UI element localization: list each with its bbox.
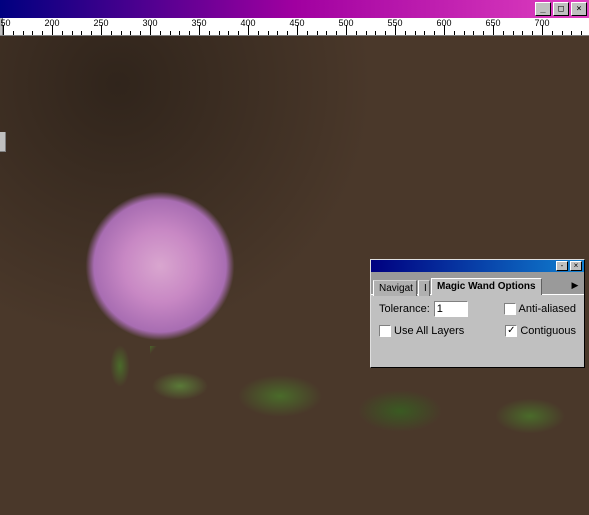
- maximize-button[interactable]: □: [553, 2, 569, 16]
- tab-info[interactable]: I: [418, 280, 430, 296]
- ruler-tick-label: 150: [0, 18, 11, 28]
- window-titlebar: _ □ ×: [0, 0, 589, 18]
- ruler-tick-label: 450: [289, 18, 304, 28]
- palette-tabs: Navigat I Magic Wand Options ▶: [371, 272, 584, 294]
- anti-aliased-checkbox[interactable]: [504, 303, 516, 315]
- ruler-tick-label: 300: [142, 18, 157, 28]
- ruler-tick-label: 250: [93, 18, 108, 28]
- ruler-tick-label: 600: [436, 18, 451, 28]
- tab-magic-wand-options[interactable]: Magic Wand Options: [431, 278, 542, 295]
- tolerance-input[interactable]: [434, 301, 468, 317]
- horizontal-ruler: 150 200 250 300 350 400 450 500 550 600 650 700: [0, 18, 589, 36]
- tab-navigator[interactable]: Navigat: [373, 280, 417, 296]
- palette-close-button[interactable]: ×: [570, 261, 582, 271]
- ruler-tick-label: 500: [338, 18, 353, 28]
- palette-collapse-button[interactable]: -: [556, 261, 568, 271]
- contiguous-checkbox[interactable]: ✓: [505, 325, 517, 337]
- ruler-tick-label: 400: [240, 18, 255, 28]
- close-button[interactable]: ×: [571, 2, 587, 16]
- ruler-tick-label: 700: [534, 18, 549, 28]
- ruler-tick-label: 550: [387, 18, 402, 28]
- ruler-tick-label: 200: [44, 18, 59, 28]
- magic-wand-options-palette: - × Navigat I Magic Wand Options ▶ Toler…: [370, 259, 585, 368]
- use-all-layers-checkbox[interactable]: [379, 325, 391, 337]
- ruler-tick-label: 650: [485, 18, 500, 28]
- tolerance-label: Tolerance:: [379, 303, 430, 315]
- anti-aliased-label: Anti-aliased: [519, 303, 576, 315]
- palette-titlebar[interactable]: - ×: [371, 260, 584, 272]
- contiguous-label: Contiguous: [520, 325, 576, 337]
- use-all-layers-label: Use All Layers: [394, 325, 464, 337]
- ruler-tick-label: 350: [191, 18, 206, 28]
- palette-menu-button[interactable]: ▶: [568, 277, 582, 294]
- minimize-button[interactable]: _: [535, 2, 551, 16]
